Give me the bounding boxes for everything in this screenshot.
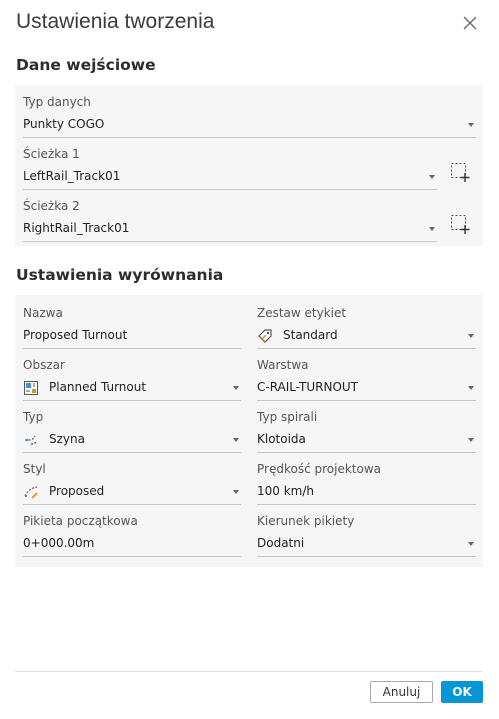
type-dropdown[interactable]: Szyna	[23, 430, 241, 453]
start-station-input[interactable]: 0+000.00m	[23, 534, 241, 557]
chevron-down-icon	[468, 386, 474, 390]
label-set-value: Standard	[283, 328, 338, 342]
spiral-type-value: Klotoida	[257, 432, 306, 446]
chevron-down-icon	[233, 490, 239, 494]
chevron-down-icon	[233, 438, 239, 442]
path2-label: Ścieżka 2	[23, 199, 80, 213]
chevron-down-icon	[429, 175, 435, 179]
alignment-section-heading: Ustawienia wyrównania	[16, 266, 224, 284]
alignment-type-icon	[25, 435, 38, 445]
spiral-type-dropdown[interactable]: Klotoida	[257, 430, 476, 453]
spiral-type-label: Typ spirali	[257, 410, 318, 424]
style-dropdown[interactable]: Proposed	[23, 482, 241, 505]
chevron-down-icon	[468, 438, 474, 442]
path1-value: LeftRail_Track01	[23, 169, 121, 183]
station-direction-dropdown[interactable]: Dodatni	[257, 534, 476, 557]
station-direction-value: Dodatni	[257, 536, 305, 550]
footer-divider	[15, 671, 483, 672]
layer-value: C-RAIL-TURNOUT	[257, 380, 358, 394]
dialog-title: Ustawienia tworzenia	[16, 10, 215, 33]
close-icon[interactable]	[458, 12, 482, 36]
name-input[interactable]: Proposed Turnout	[23, 326, 241, 349]
style-value: Proposed	[49, 484, 105, 498]
design-speed-value: 100 km/h	[257, 484, 315, 498]
site-value: Planned Turnout	[49, 380, 147, 394]
site-dropdown[interactable]: Planned Turnout	[23, 378, 241, 401]
label-set-label: Zestaw etykiet	[257, 306, 347, 320]
chevron-down-icon	[429, 227, 435, 231]
path2-dropdown[interactable]: RightRail_Track01	[23, 219, 437, 242]
data-type-dropdown[interactable]: Punkty COGO	[23, 115, 476, 138]
data-type-label: Typ danych	[23, 95, 91, 109]
design-speed-input[interactable]: 100 km/h	[257, 482, 476, 505]
type-value: Szyna	[49, 432, 85, 446]
path2-value: RightRail_Track01	[23, 221, 130, 235]
cancel-button[interactable]: Anuluj	[370, 681, 433, 703]
style-icon	[24, 486, 38, 499]
select-region-add-icon[interactable]	[449, 161, 471, 183]
layer-label: Warstwa	[257, 358, 309, 372]
name-value: Proposed Turnout	[23, 328, 128, 342]
site-label: Obszar	[23, 358, 65, 372]
layer-dropdown[interactable]: C-RAIL-TURNOUT	[257, 378, 476, 401]
station-direction-label: Kierunek pikiety	[257, 514, 355, 528]
data-type-value: Punkty COGO	[23, 117, 105, 131]
label-tag-icon	[258, 329, 272, 343]
type-label: Typ	[23, 410, 44, 424]
ok-button[interactable]: OK	[441, 681, 483, 703]
label-set-dropdown[interactable]: Standard	[257, 326, 476, 349]
site-icon	[24, 381, 38, 395]
start-station-label: Pikieta początkowa	[23, 514, 138, 528]
style-label: Styl	[23, 462, 46, 476]
chevron-down-icon	[468, 542, 474, 546]
name-label: Nazwa	[23, 306, 63, 320]
start-station-value: 0+000.00m	[23, 536, 95, 550]
select-region-add-icon[interactable]	[449, 213, 471, 235]
design-speed-label: Prędkość projektowa	[257, 462, 381, 476]
chevron-down-icon	[468, 123, 474, 127]
chevron-down-icon	[233, 386, 239, 390]
chevron-down-icon	[468, 334, 474, 338]
path1-label: Ścieżka 1	[23, 147, 80, 161]
input-section-heading: Dane wejściowe	[16, 56, 156, 74]
path1-dropdown[interactable]: LeftRail_Track01	[23, 167, 437, 190]
